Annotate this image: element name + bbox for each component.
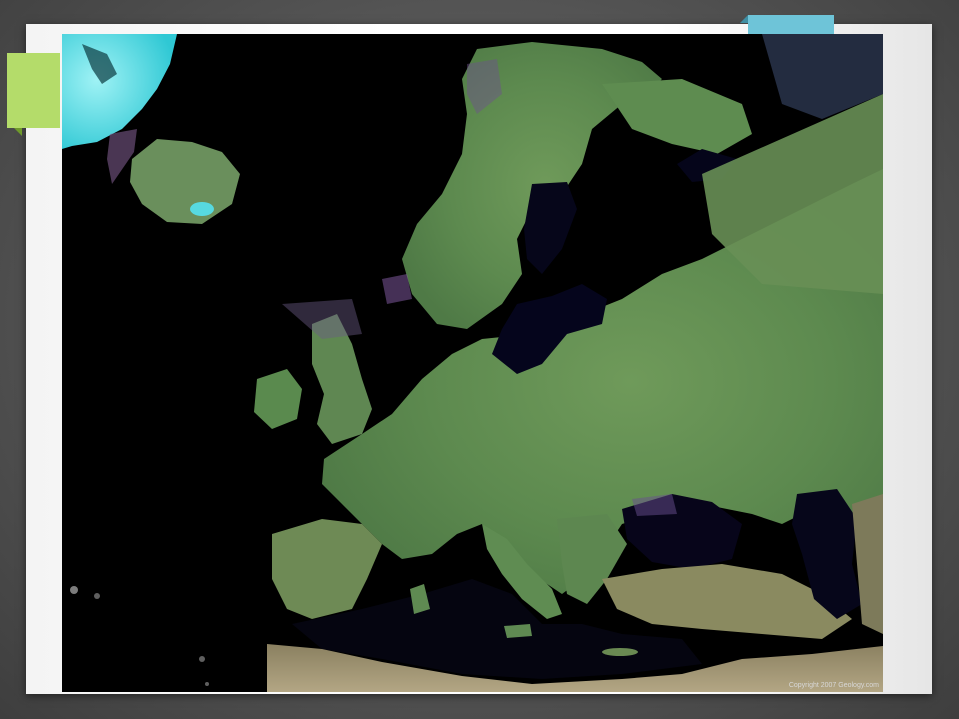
green-accent-tab <box>7 53 60 128</box>
green-accent-fold <box>14 128 22 136</box>
blue-accent-fold <box>740 15 748 23</box>
iberian-peninsula <box>272 519 382 619</box>
ireland-landmass <box>254 369 302 429</box>
blue-accent-tab <box>748 15 834 34</box>
map-image-icon <box>62 34 883 692</box>
iceland-landmass <box>130 139 240 224</box>
satellite-map-europe: Copyright 2007 Geology.com <box>62 34 883 692</box>
map-credit: Copyright 2007 Geology.com <box>788 682 879 689</box>
greenland-landmass <box>62 34 177 149</box>
